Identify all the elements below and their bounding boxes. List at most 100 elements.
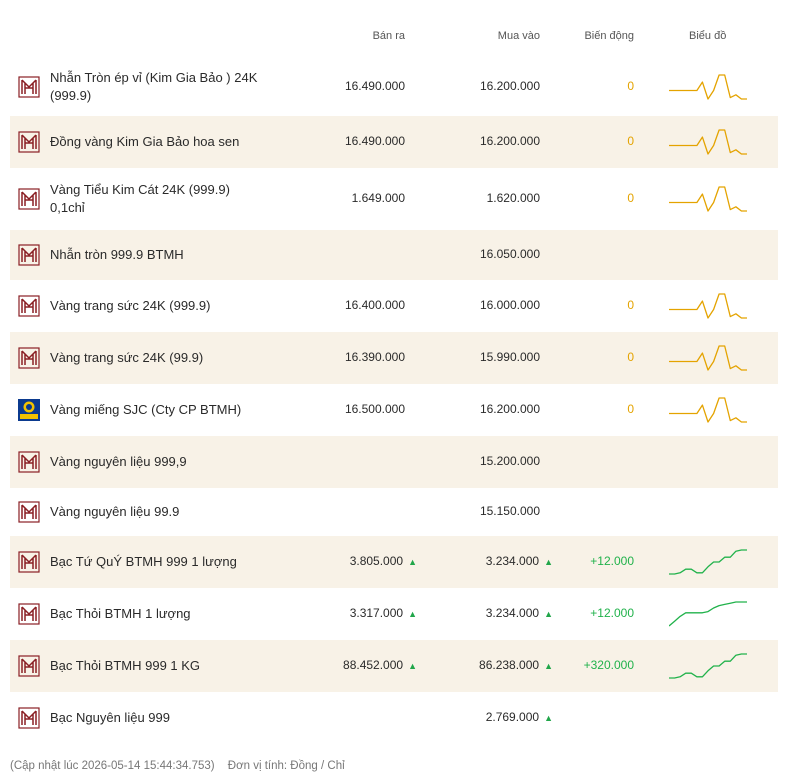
product-name: Vàng miếng SJC (Cty CP BTMH) — [50, 402, 242, 417]
up-arrow-icon: ▲ — [408, 557, 417, 567]
header-change: Biến động — [584, 30, 634, 42]
price-change: 0 — [627, 298, 634, 312]
footer: (Cập nhật lúc 2026-05-14 15:44:34.753) Đ… — [10, 760, 355, 772]
price-change: 0 — [627, 350, 634, 364]
sell-price: 16.500.000 — [345, 402, 405, 416]
sell-price-value: 88.452.000 — [343, 658, 404, 672]
product-name: Vàng nguyên liệu 999,9 — [50, 454, 187, 469]
sell-price: 16.390.000 — [345, 350, 405, 364]
buy-price: 16.200.000 — [480, 79, 540, 93]
table-row[interactable]: Đồng vàng Kim Gia Bảo hoa sen 16.490.000 1… — [10, 116, 778, 168]
unit-note: Đơn vị tính: Đồng / Chỉ — [227, 760, 345, 772]
buy-price: 2.769.000 ▲ — [486, 710, 553, 724]
up-arrow-icon: ▲ — [544, 661, 553, 671]
table-row[interactable]: Vàng trang sức 24K (999.9) 16.400.000 16.0… — [10, 280, 778, 332]
trend-sparkline[interactable] — [669, 395, 747, 425]
product-name: Bạc Thỏi BTMH 1 lượng — [50, 606, 191, 621]
price-change: +320.000 — [583, 658, 634, 672]
buy-price: 16.000.000 — [480, 298, 540, 312]
price-change: +12.000 — [590, 554, 634, 568]
btmh-logo — [18, 707, 40, 729]
table-row[interactable]: Nhẫn tròn 999.9 BTMH 16.050.000 — [10, 230, 778, 280]
sell-price: 16.490.000 — [345, 79, 405, 93]
sell-price: 3.317.000 ▲ — [350, 606, 417, 620]
table-row[interactable]: Nhẫn Tròn ép vỉ (Kim Gia Bảo ) 24K (999.… — [10, 58, 778, 116]
up-arrow-icon: ▲ — [408, 661, 417, 671]
btmh-logo — [18, 188, 40, 210]
buy-price-value: 86.238.000 — [479, 658, 540, 672]
product-name: Vàng trang sức 24K (999.9) — [50, 298, 211, 313]
trend-sparkline[interactable] — [669, 291, 747, 321]
sell-price-value: 16.400.000 — [344, 298, 405, 312]
buy-price: 15.150.000 — [480, 504, 540, 518]
product-name: Nhẫn tròn 999.9 BTMH — [50, 247, 184, 262]
table-header: Bán ra Mua vào Biến động Biểu đồ — [10, 30, 778, 48]
btmh-logo — [18, 603, 40, 625]
table-row[interactable]: Vàng trang sức 24K (99.9) 16.390.000 15.99… — [10, 332, 778, 384]
buy-price-value: 16.000.000 — [479, 298, 540, 312]
table-row[interactable]: Vàng nguyên liệu 99.9 15.150.000 — [10, 488, 778, 536]
sell-price-value: 16.490.000 — [344, 79, 405, 93]
header-buy: Mua vào — [497, 30, 540, 42]
header-chart: Biểu đồ — [689, 30, 727, 42]
table-row[interactable]: Vàng miếng SJC (Cty CP BTMH) 16.500.000 16… — [10, 384, 778, 436]
price-change: 0 — [627, 191, 634, 205]
sell-price-value: 1.649.000 — [351, 191, 405, 205]
buy-price: 86.238.000 ▲ — [479, 658, 553, 672]
btmh-logo — [18, 295, 40, 317]
up-arrow-icon: ▲ — [544, 609, 553, 619]
btmh-logo — [18, 76, 40, 98]
price-change: 0 — [627, 402, 634, 416]
product-name: Vàng Tiểu Kim Cát 24K (999.9) 0,1chỉ — [50, 182, 230, 215]
buy-price: 3.234.000 ▲ — [486, 554, 553, 568]
btmh-logo — [18, 655, 40, 677]
table-row[interactable]: Bạc Thỏi BTMH 1 lượng 3.317.000 ▲ 3.234.000… — [10, 588, 778, 640]
sell-price: 16.490.000 — [345, 134, 405, 148]
buy-price-value: 15.150.000 — [479, 504, 540, 518]
product-name: Nhẫn Tròn ép vỉ (Kim Gia Bảo ) 24K (999.… — [50, 70, 258, 103]
sell-price-value: 3.805.000 — [349, 554, 404, 568]
price-change: 0 — [627, 134, 634, 148]
buy-price-value: 15.200.000 — [479, 454, 540, 468]
product-name: Đồng vàng Kim Gia Bảo hoa sen — [50, 134, 240, 149]
trend-sparkline[interactable] — [669, 547, 747, 577]
price-table: Nhẫn Tròn ép vỉ (Kim Gia Bảo ) 24K (999.… — [10, 58, 778, 744]
trend-sparkline[interactable] — [669, 651, 747, 681]
gold-price-widget: Bán ra Mua vào Biến động Biểu đồ Nhẫn Tr… — [0, 0, 789, 782]
table-row[interactable]: Bạc Tứ QuÝ BTMH 999 1 lượng 3.805.000 ▲ 3.2… — [10, 536, 778, 588]
btmh-logo — [18, 551, 40, 573]
trend-sparkline[interactable] — [669, 127, 747, 157]
sjc-logo — [18, 399, 40, 421]
buy-price-value: 1.620.000 — [486, 191, 540, 205]
table-row[interactable]: Vàng nguyên liệu 999,9 15.200.000 — [10, 436, 778, 488]
product-name: Vàng nguyên liệu 99.9 — [50, 504, 180, 519]
buy-price-value: 3.234.000 — [485, 554, 540, 568]
sell-price: 16.400.000 — [345, 298, 405, 312]
product-name: Bạc Thỏi BTMH 999 1 KG — [50, 658, 201, 673]
table-row[interactable]: Vàng Tiểu Kim Cát 24K (999.9) 0,1chỉ 1.64… — [10, 168, 778, 230]
table-row[interactable]: Bạc Thỏi BTMH 999 1 KG 88.452.000 ▲ 86.238.… — [10, 640, 778, 692]
buy-price: 16.050.000 — [480, 247, 540, 261]
header-sell: Bán ra — [372, 30, 405, 42]
buy-price-value: 16.050.000 — [479, 247, 540, 261]
buy-price-value: 15.990.000 — [479, 350, 540, 364]
buy-price: 16.200.000 — [480, 402, 540, 416]
up-arrow-icon: ▲ — [544, 713, 553, 723]
sell-price-value: 16.390.000 — [344, 350, 405, 364]
table-row[interactable]: Bạc Nguyên liệu 999 2.769.000 ▲ — [10, 692, 778, 744]
sell-price-value: 16.500.000 — [344, 402, 405, 416]
trend-sparkline[interactable] — [669, 184, 747, 214]
sell-price-value: 3.317.000 — [349, 606, 404, 620]
trend-sparkline[interactable] — [668, 599, 747, 629]
sell-price: 3.805.000 ▲ — [350, 554, 417, 568]
buy-price-value: 16.200.000 — [479, 402, 540, 416]
trend-sparkline[interactable] — [669, 343, 747, 373]
btmh-logo — [18, 244, 40, 266]
product-name: Bạc Tứ QuÝ BTMH 999 1 lượng — [50, 554, 237, 569]
up-arrow-icon: ▲ — [544, 557, 553, 567]
trend-sparkline[interactable] — [669, 72, 747, 102]
buy-price: 3.234.000 ▲ — [486, 606, 553, 620]
btmh-logo — [18, 501, 40, 523]
price-change: +12.000 — [590, 606, 634, 620]
up-arrow-icon: ▲ — [408, 609, 417, 619]
